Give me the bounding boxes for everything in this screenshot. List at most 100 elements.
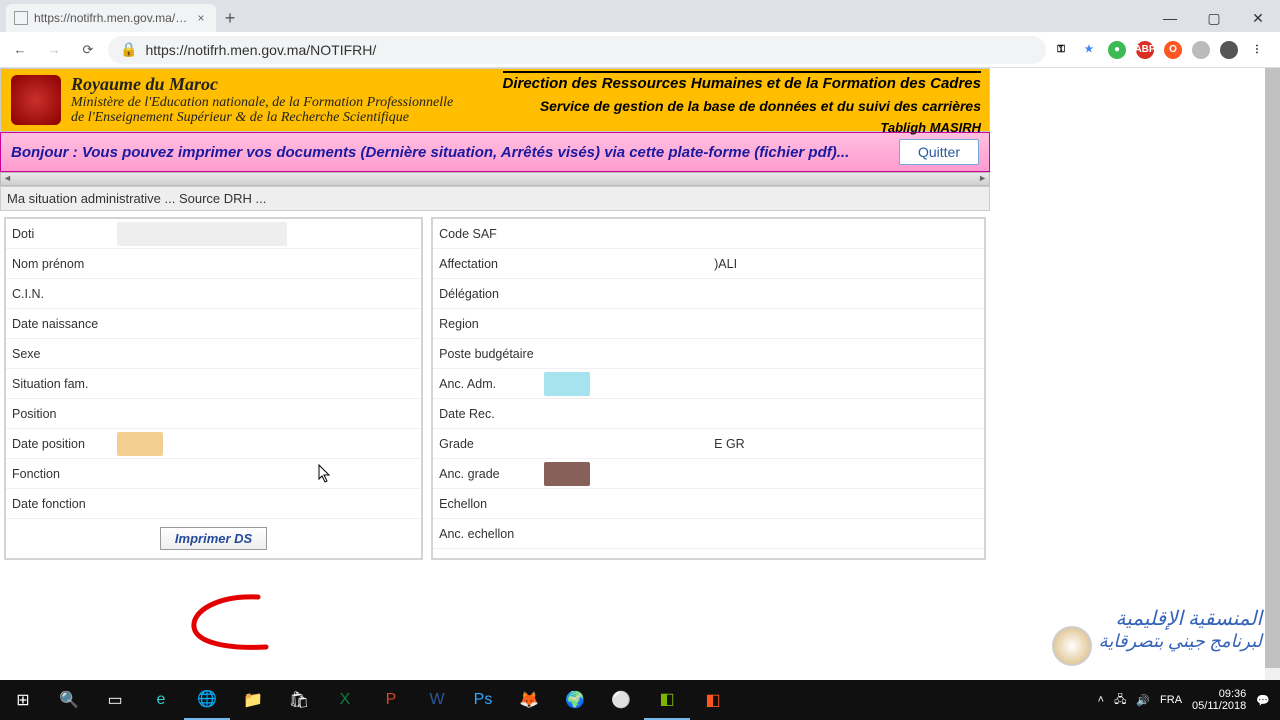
lbl-codesaf: Code SAF [433, 227, 538, 241]
extension-icon-1[interactable]: ● [1108, 41, 1126, 59]
section-title: Ma situation administrative ... Source D… [0, 186, 990, 211]
left-panel: Doti Nom prénom C.I.N. Date naissance Se… [4, 217, 423, 560]
lbl-ancgrade: Anc. grade [433, 467, 538, 481]
app-icon-2[interactable]: 🌍 [552, 680, 598, 720]
tray-volume-icon[interactable]: 🔊 [1136, 694, 1150, 707]
notice-bar: Bonjour : Vous pouvez imprimer vos docum… [0, 132, 990, 172]
val-dob [111, 312, 421, 336]
val-ancadm [544, 372, 590, 396]
print-ds-button[interactable]: Imprimer DS [160, 527, 267, 550]
val-region [538, 312, 984, 336]
val-fonction [111, 462, 421, 486]
lbl-ancech: Anc. echellon [433, 527, 538, 541]
start-button[interactable]: ⊞ [0, 680, 46, 720]
word-icon[interactable]: W [414, 680, 460, 720]
page-scrollbar[interactable] [1265, 68, 1280, 720]
morocco-emblem [11, 75, 61, 125]
lbl-doti: Doti [6, 227, 111, 241]
tray-notifications-icon[interactable]: 💬 [1256, 694, 1270, 707]
extension-icons: ⚿ ★ ● ABP O ⋮ [1052, 41, 1274, 59]
task-view-button[interactable]: ▭ [92, 680, 138, 720]
kingdom-title: Royaume du Maroc [71, 75, 453, 95]
browser-toolbar: ← → ⟳ 🔒 https://notifrh.men.gov.ma/NOTIF… [0, 32, 1280, 68]
page-header-banner: Royaume du Maroc Ministère de l'Educatio… [0, 68, 990, 132]
window-close-button[interactable]: ✕ [1236, 4, 1280, 32]
photoshop-icon[interactable]: Ps [460, 680, 506, 720]
chrome-icon[interactable]: 🌐 [184, 680, 230, 720]
val-codesaf [538, 222, 984, 246]
notice-text: Bonjour : Vous pouvez imprimer vos docum… [11, 144, 899, 161]
system-tray[interactable]: ˄ 🖧 🔊 FRA 09:36 05/11/2018 💬 [1098, 688, 1280, 712]
tray-date[interactable]: 05/11/2018 [1192, 700, 1246, 712]
lbl-cin: C.I.N. [6, 287, 111, 301]
nav-reload-button[interactable]: ⟳ [74, 36, 102, 64]
address-bar[interactable]: 🔒 https://notifrh.men.gov.ma/NOTIFRH/ [108, 36, 1046, 64]
adblock-icon[interactable]: ABP [1136, 41, 1154, 59]
excel-icon[interactable]: X [322, 680, 368, 720]
lock-icon: 🔒 [120, 41, 137, 58]
val-ancech [538, 522, 984, 546]
globe-icon [1052, 626, 1092, 666]
tab-close-icon[interactable]: × [194, 11, 208, 25]
lbl-position: Position [6, 407, 111, 421]
val-grade: E GR [538, 432, 984, 456]
val-sexe [111, 342, 421, 366]
lbl-grade: Grade [433, 437, 538, 451]
nav-forward-button[interactable]: → [40, 36, 68, 64]
tray-network-icon[interactable]: 🖧 [1114, 691, 1126, 710]
bookmark-star-icon[interactable]: ★ [1080, 41, 1098, 59]
lbl-deleg: Délégation [433, 287, 538, 301]
new-tab-button[interactable]: + [216, 4, 244, 32]
lbl-datefonc: Date fonction [6, 497, 111, 511]
lbl-echelon: Echellon [433, 497, 538, 511]
edge-icon[interactable]: e [138, 680, 184, 720]
app-icon-4[interactable]: ◧ [690, 680, 736, 720]
quit-button[interactable]: Quitter [899, 139, 979, 165]
browser-tab[interactable]: https://notifrh.men.gov.ma/NOTI × [6, 4, 216, 32]
val-deleg [538, 282, 984, 306]
val-poste [538, 342, 984, 366]
window-minimize-button[interactable]: — [1148, 4, 1192, 32]
browser-menu-icon[interactable]: ⋮ [1248, 41, 1266, 59]
tray-chevron-icon[interactable]: ˄ [1098, 694, 1104, 706]
window-maximize-button[interactable]: ▢ [1192, 4, 1236, 32]
val-affect: )ALI [538, 252, 984, 276]
store-icon[interactable]: 🛍 [276, 680, 322, 720]
val-ancgrade [544, 462, 590, 486]
camtasia-icon[interactable]: ◧ [644, 680, 690, 720]
url-text: https://notifrh.men.gov.ma/NOTIFRH/ [145, 42, 376, 58]
val-cin [111, 282, 421, 306]
right-panel: Code SAF Affectation)ALI Délégation Regi… [431, 217, 986, 560]
tab-title: https://notifrh.men.gov.ma/NOTI [34, 11, 194, 25]
search-button[interactable]: 🔍 [46, 680, 92, 720]
profile-avatar[interactable] [1220, 41, 1238, 59]
extension-icon-2[interactable]: O [1164, 41, 1182, 59]
app-icon-3[interactable]: ⚪ [598, 680, 644, 720]
val-position [111, 402, 421, 426]
lbl-nom: Nom prénom [6, 257, 111, 271]
extension-icon-3[interactable] [1192, 41, 1210, 59]
lbl-ancadm: Anc. Adm. [433, 377, 538, 391]
explorer-icon[interactable]: 📁 [230, 680, 276, 720]
lbl-dob: Date naissance [6, 317, 111, 331]
tab-favicon [14, 11, 28, 25]
horizontal-scrollbar[interactable] [0, 172, 990, 186]
powerpoint-icon[interactable]: P [368, 680, 414, 720]
lbl-datepos: Date position [6, 437, 111, 451]
nav-back-button[interactable]: ← [6, 36, 34, 64]
lbl-sexe: Sexe [6, 347, 111, 361]
lbl-affect: Affectation [433, 257, 538, 271]
key-icon[interactable]: ⚿ [1052, 41, 1070, 59]
annotation-red-circle [188, 593, 298, 656]
app-name: Tabligh MASIRH [503, 120, 982, 135]
val-sitfam [111, 372, 421, 396]
service-title: Service de gestion de la base de données… [503, 98, 982, 114]
lbl-fonction: Fonction [6, 467, 111, 481]
ministry-line1: Ministère de l'Education nationale, de l… [71, 95, 453, 110]
tray-time[interactable]: 09:36 [1192, 688, 1246, 700]
app-icon-1[interactable]: 🦊 [506, 680, 552, 720]
tray-lang[interactable]: FRA [1160, 694, 1182, 706]
windows-taskbar: ⊞ 🔍 ▭ e 🌐 📁 🛍 X P W Ps 🦊 🌍 ⚪ ◧ ◧ ˄ 🖧 🔊 F… [0, 680, 1280, 720]
val-daterec [538, 402, 984, 426]
lbl-daterec: Date Rec. [433, 407, 538, 421]
